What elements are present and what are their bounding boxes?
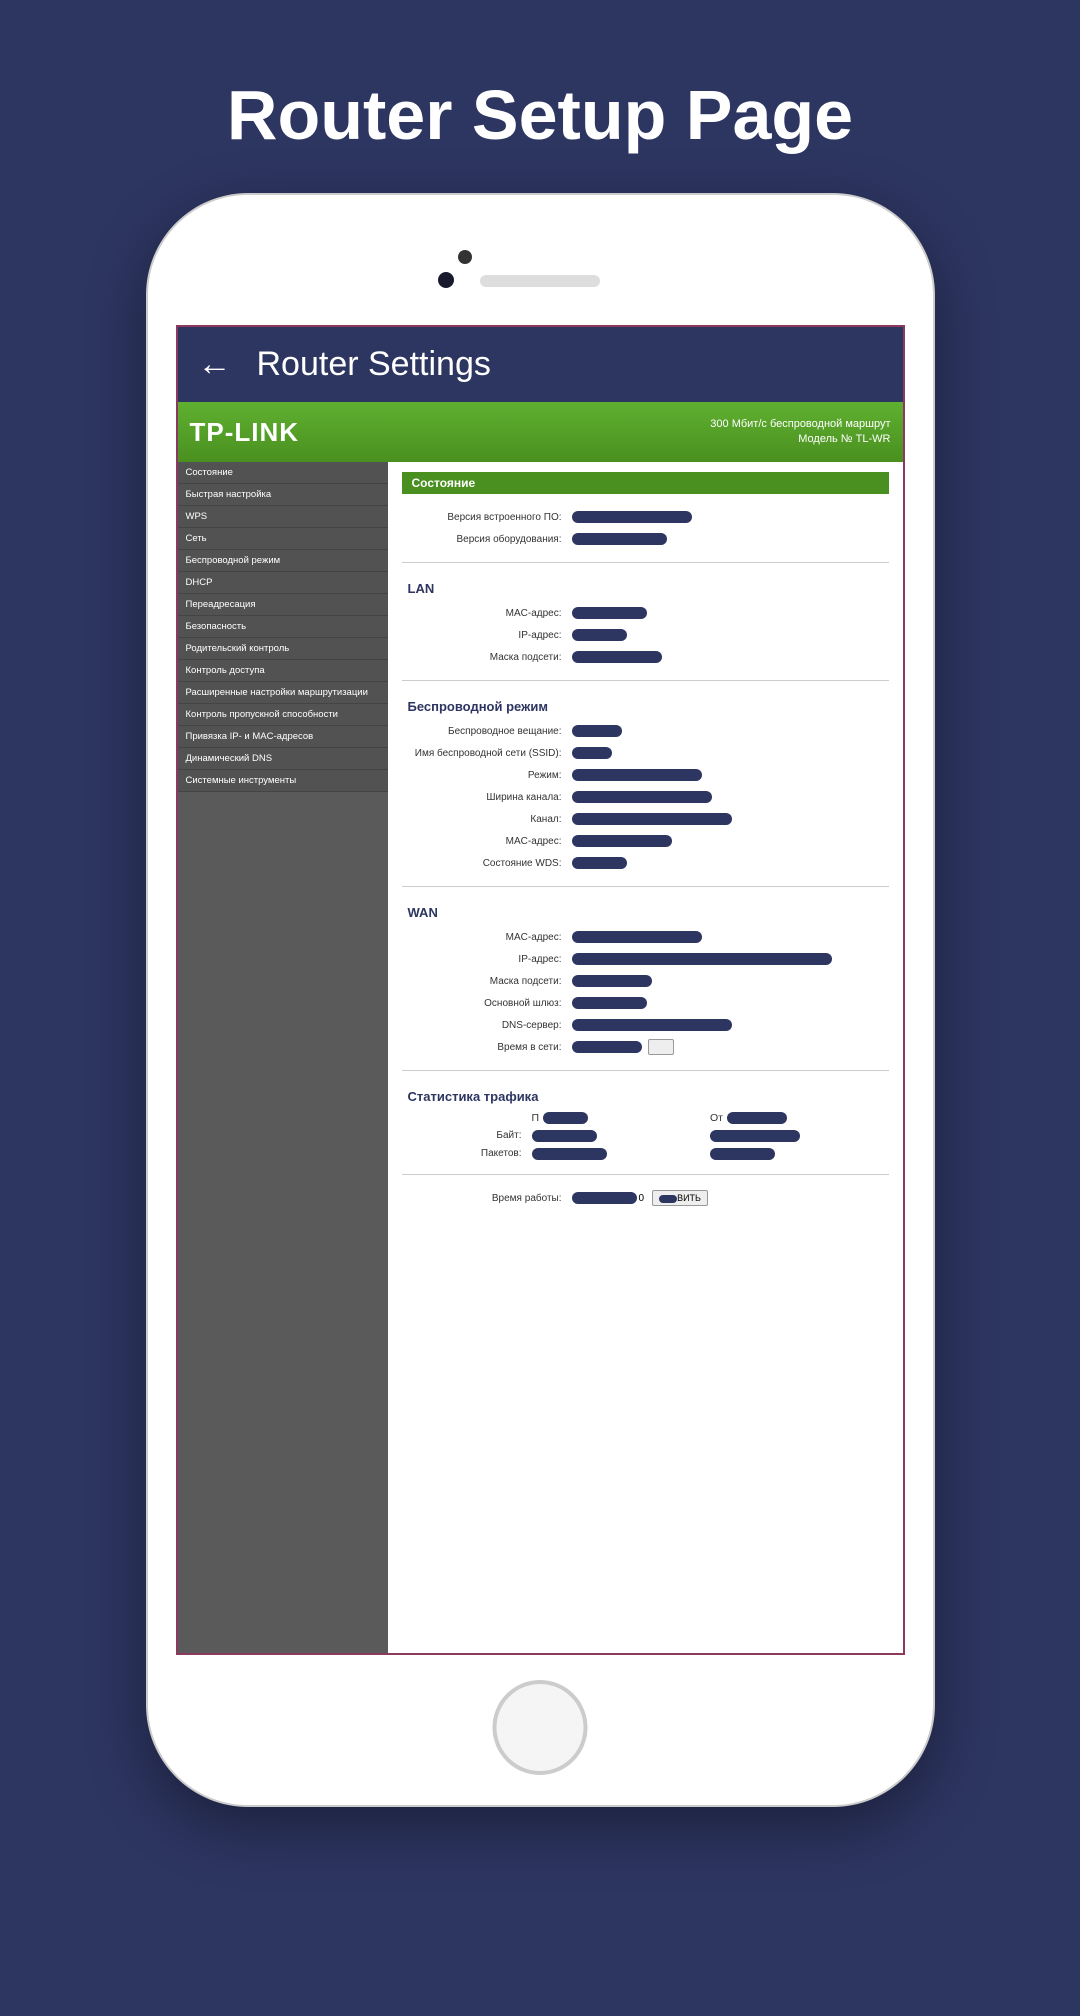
phone-speaker bbox=[480, 275, 600, 287]
value-wifi-mac-redacted bbox=[572, 835, 672, 847]
phone-sensor-dot bbox=[438, 272, 454, 288]
sidebar: Состояние Быстрая настройка WPS Сеть Бес… bbox=[178, 462, 388, 1653]
screen: ← Router Settings TP-LINK 300 Мбит/с бес… bbox=[176, 325, 905, 1655]
value-wifi-mode-redacted bbox=[572, 769, 702, 781]
value-packets-rx-redacted bbox=[532, 1148, 607, 1160]
sidebar-item-dhcp[interactable]: DHCP bbox=[178, 572, 388, 594]
label-runtime: Время работы: bbox=[402, 1193, 572, 1204]
value-wan-ip-redacted bbox=[572, 953, 832, 965]
value-wifi-broadcast-redacted bbox=[572, 725, 622, 737]
value-lan-ip-redacted bbox=[572, 629, 627, 641]
traffic-col-rx: П bbox=[532, 1112, 711, 1124]
traffic-header-row: П От bbox=[402, 1112, 889, 1124]
phone-camera-dot bbox=[458, 250, 472, 264]
banner-subtitle-bottom: Модель № TL-WR bbox=[710, 432, 890, 447]
router-body: Состояние Быстрая настройка WPS Сеть Бес… bbox=[178, 462, 903, 1653]
value-runtime-redacted bbox=[572, 1192, 637, 1204]
page-title: Router Setup Page bbox=[0, 0, 1080, 195]
sidebar-item-ddns[interactable]: Динамический DNS bbox=[178, 748, 388, 770]
refresh-button[interactable]: ВИТЬ bbox=[652, 1190, 708, 1206]
sidebar-item-system[interactable]: Системные инструменты bbox=[178, 770, 388, 792]
banner-subtitle: 300 Мбит/с беспроводной маршрут Модель №… bbox=[710, 417, 890, 448]
label-wan-ip: IP-адрес: bbox=[402, 954, 572, 965]
traffic-col-tx: От bbox=[710, 1112, 889, 1124]
label-wifi-channel: Канал: bbox=[402, 814, 572, 825]
section-head-status: Состояние bbox=[402, 472, 889, 494]
sidebar-item-security[interactable]: Безопасность bbox=[178, 616, 388, 638]
sidebar-item-access[interactable]: Контроль доступа bbox=[178, 660, 388, 682]
value-hardware-redacted bbox=[572, 533, 667, 545]
brand-logo: TP-LINK bbox=[190, 417, 300, 448]
row-hardware: Версия оборудования: bbox=[402, 530, 889, 548]
divider bbox=[402, 1070, 889, 1071]
divider bbox=[402, 680, 889, 681]
value-wan-mask-redacted bbox=[572, 975, 652, 987]
label-wifi-wds: Состояние WDS: bbox=[402, 858, 572, 869]
title-wan: WAN bbox=[408, 905, 889, 920]
label-lan-ip: IP-адрес: bbox=[402, 630, 572, 641]
banner-subtitle-top: 300 Мбит/с беспроводной маршрут bbox=[710, 417, 890, 432]
label-lan-mac: MAC-адрес: bbox=[402, 608, 572, 619]
label-wan-mac: MAC-адрес: bbox=[402, 932, 572, 943]
label-wifi-mac: MAC-адрес: bbox=[402, 836, 572, 847]
label-wan-dns: DNS-сервер: bbox=[402, 1020, 572, 1031]
label-firmware: Версия встроенного ПО: bbox=[402, 512, 572, 523]
home-button[interactable] bbox=[493, 1680, 588, 1775]
sidebar-item-routing[interactable]: Расширенные настройки маршрутизации bbox=[178, 682, 388, 704]
label-wifi-mode: Режим: bbox=[402, 770, 572, 781]
divider bbox=[402, 886, 889, 887]
value-wifi-ssid-redacted bbox=[572, 747, 612, 759]
label-wifi-width: Ширина канала: bbox=[402, 792, 572, 803]
divider bbox=[402, 562, 889, 563]
sidebar-item-forwarding[interactable]: Переадресация bbox=[178, 594, 388, 616]
value-packets-tx-redacted bbox=[710, 1148, 775, 1160]
phone-frame: ← Router Settings TP-LINK 300 Мбит/с бес… bbox=[148, 195, 933, 1805]
value-wifi-wds-redacted bbox=[572, 857, 627, 869]
label-lan-mask: Маска подсети: bbox=[402, 652, 572, 663]
app-header: ← Router Settings bbox=[178, 327, 903, 402]
back-arrow-icon[interactable]: ← bbox=[198, 345, 232, 384]
title-traffic: Статистика трафика bbox=[408, 1089, 889, 1104]
wan-action-button[interactable] bbox=[648, 1039, 675, 1055]
value-wifi-channel-redacted bbox=[572, 813, 732, 825]
value-bytes-tx-redacted bbox=[710, 1130, 800, 1142]
main-content: Состояние Версия встроенного ПО: Версия … bbox=[388, 462, 903, 1653]
title-wireless: Беспроводной режим bbox=[408, 699, 889, 714]
sidebar-item-parental[interactable]: Родительский контроль bbox=[178, 638, 388, 660]
sidebar-item-network[interactable]: Сеть bbox=[178, 528, 388, 550]
value-lan-mask-redacted bbox=[572, 651, 662, 663]
label-wan-gw: Основной шлюз: bbox=[402, 998, 572, 1009]
app-header-title: Router Settings bbox=[257, 345, 491, 384]
sidebar-item-bandwidth[interactable]: Контроль пропускной способности bbox=[178, 704, 388, 726]
divider bbox=[402, 1174, 889, 1175]
value-firmware-redacted bbox=[572, 511, 692, 523]
sidebar-item-quicksetup[interactable]: Быстрая настройка bbox=[178, 484, 388, 506]
value-bytes-rx-redacted bbox=[532, 1130, 597, 1142]
row-firmware: Версия встроенного ПО: bbox=[402, 508, 889, 526]
label-wifi-broadcast: Беспроводное вещание: bbox=[402, 726, 572, 737]
value-wan-dns-redacted bbox=[572, 1019, 732, 1031]
label-wan-uptime: Время в сети: bbox=[402, 1042, 572, 1053]
sidebar-item-ipmac[interactable]: Привязка IP- и MAC-адресов bbox=[178, 726, 388, 748]
value-lan-mac-redacted bbox=[572, 607, 647, 619]
label-wan-mask: Маска подсети: bbox=[402, 976, 572, 987]
sidebar-item-status[interactable]: Состояние bbox=[178, 462, 388, 484]
runtime-suffix: 0 bbox=[639, 1193, 645, 1204]
label-packets: Пакетов: bbox=[402, 1148, 532, 1160]
value-wan-uptime-redacted bbox=[572, 1041, 642, 1053]
sidebar-item-wireless[interactable]: Беспроводной режим bbox=[178, 550, 388, 572]
router-banner: TP-LINK 300 Мбит/с беспроводной маршрут … bbox=[178, 402, 903, 462]
value-wifi-width-redacted bbox=[572, 791, 712, 803]
value-wan-mac-redacted bbox=[572, 931, 702, 943]
value-wan-gw-redacted bbox=[572, 997, 647, 1009]
sidebar-item-wps[interactable]: WPS bbox=[178, 506, 388, 528]
label-bytes: Байт: bbox=[402, 1130, 532, 1142]
label-wifi-ssid: Имя беспроводной сети (SSID): bbox=[402, 748, 572, 759]
title-lan: LAN bbox=[408, 581, 889, 596]
label-hardware: Версия оборудования: bbox=[402, 534, 572, 545]
